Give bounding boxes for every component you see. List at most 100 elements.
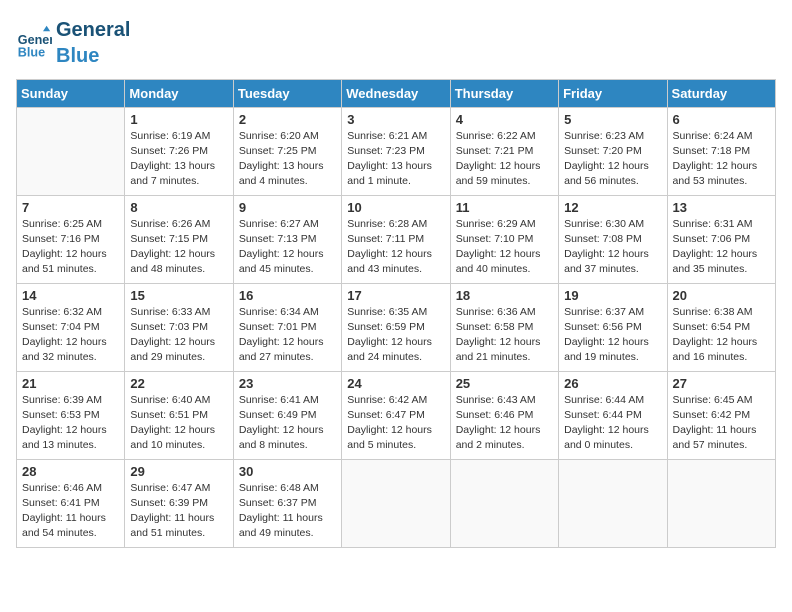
logo-general: General: [56, 19, 130, 41]
day-number: 17: [347, 288, 444, 303]
day-info: Sunrise: 6:21 AM Sunset: 7:23 PM Dayligh…: [347, 129, 444, 190]
day-info: Sunrise: 6:42 AM Sunset: 6:47 PM Dayligh…: [347, 393, 444, 454]
calendar-cell: 13 Sunrise: 6:31 AM Sunset: 7:06 PM Dayli…: [667, 195, 775, 283]
day-info: Sunrise: 6:25 AM Sunset: 7:16 PM Dayligh…: [22, 217, 119, 278]
calendar-cell: 2 Sunrise: 6:20 AM Sunset: 7:25 PM Daylig…: [233, 107, 341, 195]
day-number: 23: [239, 376, 336, 391]
day-info: Sunrise: 6:46 AM Sunset: 6:41 PM Dayligh…: [22, 481, 119, 542]
calendar-cell: 25 Sunrise: 6:43 AM Sunset: 6:46 PM Dayli…: [450, 371, 558, 459]
day-number: 10: [347, 200, 444, 215]
calendar-cell: 22 Sunrise: 6:40 AM Sunset: 6:51 PM Dayli…: [125, 371, 233, 459]
calendar-cell: 16 Sunrise: 6:34 AM Sunset: 7:01 PM Dayli…: [233, 283, 341, 371]
calendar-cell: 17 Sunrise: 6:35 AM Sunset: 6:59 PM Dayli…: [342, 283, 450, 371]
day-number: 4: [456, 112, 553, 127]
day-info: Sunrise: 6:32 AM Sunset: 7:04 PM Dayligh…: [22, 305, 119, 366]
calendar-cell: 11 Sunrise: 6:29 AM Sunset: 7:10 PM Dayli…: [450, 195, 558, 283]
calendar-cell: 19Sunrise: 6:37 AM Sunset: 6:56 PM Dayli…: [559, 283, 667, 371]
day-number: 6: [673, 112, 770, 127]
day-number: 7: [22, 200, 119, 215]
day-info: Sunrise: 6:20 AM Sunset: 7:25 PM Dayligh…: [239, 129, 336, 190]
calendar-cell: 30 Sunrise: 6:48 AM Sunset: 6:37 PM Dayli…: [233, 459, 341, 547]
calendar-cell: [17, 107, 125, 195]
day-info: Sunrise: 6:27 AM Sunset: 7:13 PM Dayligh…: [239, 217, 336, 278]
day-info: Sunrise: 6:22 AM Sunset: 7:21 PM Dayligh…: [456, 129, 553, 190]
weekday-header-tuesday: Tuesday: [233, 79, 341, 107]
weekday-header-thursday: Thursday: [450, 79, 558, 107]
day-info: Sunrise: 6:34 AM Sunset: 7:01 PM Dayligh…: [239, 305, 336, 366]
calendar-cell: 20Sunrise: 6:38 AM Sunset: 6:54 PM Dayli…: [667, 283, 775, 371]
calendar-cell: 10 Sunrise: 6:28 AM Sunset: 7:11 PM Dayli…: [342, 195, 450, 283]
day-info: Sunrise: 6:29 AM Sunset: 7:10 PM Dayligh…: [456, 217, 553, 278]
day-number: 12: [564, 200, 661, 215]
weekday-header-sunday: Sunday: [17, 79, 125, 107]
calendar-cell: 6 Sunrise: 6:24 AM Sunset: 7:18 PM Daylig…: [667, 107, 775, 195]
calendar-table: SundayMondayTuesdayWednesdayThursdayFrid…: [16, 79, 776, 548]
day-number: 24: [347, 376, 444, 391]
day-number: 5: [564, 112, 661, 127]
day-info: Sunrise: 6:39 AM Sunset: 6:53 PM Dayligh…: [22, 393, 119, 454]
day-number: 15: [130, 288, 227, 303]
day-info: Sunrise: 6:43 AM Sunset: 6:46 PM Dayligh…: [456, 393, 553, 454]
calendar-cell: [342, 459, 450, 547]
day-number: 2: [239, 112, 336, 127]
weekday-header-friday: Friday: [559, 79, 667, 107]
calendar-cell: 24 Sunrise: 6:42 AM Sunset: 6:47 PM Dayli…: [342, 371, 450, 459]
calendar-cell: 7 Sunrise: 6:25 AM Sunset: 7:16 PM Daylig…: [17, 195, 125, 283]
day-info: Sunrise: 6:30 AM Sunset: 7:08 PM Dayligh…: [564, 217, 661, 278]
day-number: 18: [456, 288, 553, 303]
day-number: 8: [130, 200, 227, 215]
day-info: Sunrise: 6:26 AM Sunset: 7:15 PM Dayligh…: [130, 217, 227, 278]
day-info: Sunrise: 6:33 AM Sunset: 7:03 PM Dayligh…: [130, 305, 227, 366]
calendar-cell: 1 Sunrise: 6:19 AM Sunset: 7:26 PM Daylig…: [125, 107, 233, 195]
day-info: Sunrise: 6:31 AM Sunset: 7:06 PM Dayligh…: [673, 217, 770, 278]
day-info: Sunrise: 6:44 AM Sunset: 6:44 PM Dayligh…: [564, 393, 661, 454]
day-number: 3: [347, 112, 444, 127]
calendar-cell: 4 Sunrise: 6:22 AM Sunset: 7:21 PM Daylig…: [450, 107, 558, 195]
day-info: Sunrise: 6:40 AM Sunset: 6:51 PM Dayligh…: [130, 393, 227, 454]
logo-blue: Blue: [56, 45, 99, 67]
calendar-cell: 3 Sunrise: 6:21 AM Sunset: 7:23 PM Daylig…: [342, 107, 450, 195]
day-number: 13: [673, 200, 770, 215]
calendar-cell: 21 Sunrise: 6:39 AM Sunset: 6:53 PM Dayli…: [17, 371, 125, 459]
weekday-header-wednesday: Wednesday: [342, 79, 450, 107]
day-number: 11: [456, 200, 553, 215]
day-info: Sunrise: 6:47 AM Sunset: 6:39 PM Dayligh…: [130, 481, 227, 542]
day-number: 22: [130, 376, 227, 391]
day-info: Sunrise: 6:24 AM Sunset: 7:18 PM Dayligh…: [673, 129, 770, 190]
calendar-cell: 26Sunrise: 6:44 AM Sunset: 6:44 PM Dayli…: [559, 371, 667, 459]
day-number: 9: [239, 200, 336, 215]
day-info: Sunrise: 6:23 AM Sunset: 7:20 PM Dayligh…: [564, 129, 661, 190]
day-info: Sunrise: 6:45 AM Sunset: 6:42 PM Dayligh…: [673, 393, 770, 454]
day-number: 21: [22, 376, 119, 391]
day-info: Sunrise: 6:36 AM Sunset: 6:58 PM Dayligh…: [456, 305, 553, 366]
calendar-cell: [667, 459, 775, 547]
day-info: Sunrise: 6:28 AM Sunset: 7:11 PM Dayligh…: [347, 217, 444, 278]
weekday-header-monday: Monday: [125, 79, 233, 107]
day-info: Sunrise: 6:19 AM Sunset: 7:26 PM Dayligh…: [130, 129, 227, 190]
calendar-cell: 27Sunrise: 6:45 AM Sunset: 6:42 PM Dayli…: [667, 371, 775, 459]
svg-text:Blue: Blue: [18, 46, 45, 60]
calendar-cell: 28 Sunrise: 6:46 AM Sunset: 6:41 PM Dayli…: [17, 459, 125, 547]
day-number: 30: [239, 464, 336, 479]
day-info: Sunrise: 6:35 AM Sunset: 6:59 PM Dayligh…: [347, 305, 444, 366]
day-number: 1: [130, 112, 227, 127]
calendar-cell: 8 Sunrise: 6:26 AM Sunset: 7:15 PM Daylig…: [125, 195, 233, 283]
calendar-cell: 14 Sunrise: 6:32 AM Sunset: 7:04 PM Dayli…: [17, 283, 125, 371]
calendar-cell: 12 Sunrise: 6:30 AM Sunset: 7:08 PM Dayli…: [559, 195, 667, 283]
calendar-cell: [559, 459, 667, 547]
day-number: 25: [456, 376, 553, 391]
day-number: 20: [673, 288, 770, 303]
page-header: General Blue General Blue: [16, 16, 776, 69]
calendar-cell: 5 Sunrise: 6:23 AM Sunset: 7:20 PM Daylig…: [559, 107, 667, 195]
day-number: 28: [22, 464, 119, 479]
weekday-header-saturday: Saturday: [667, 79, 775, 107]
calendar-cell: 9 Sunrise: 6:27 AM Sunset: 7:13 PM Daylig…: [233, 195, 341, 283]
day-info: Sunrise: 6:41 AM Sunset: 6:49 PM Dayligh…: [239, 393, 336, 454]
day-number: 16: [239, 288, 336, 303]
logo: General Blue General Blue: [16, 16, 130, 69]
day-info: Sunrise: 6:48 AM Sunset: 6:37 PM Dayligh…: [239, 481, 336, 542]
day-number: 14: [22, 288, 119, 303]
calendar-cell: 18 Sunrise: 6:36 AM Sunset: 6:58 PM Dayli…: [450, 283, 558, 371]
calendar-cell: [450, 459, 558, 547]
calendar-cell: 23 Sunrise: 6:41 AM Sunset: 6:49 PM Dayli…: [233, 371, 341, 459]
